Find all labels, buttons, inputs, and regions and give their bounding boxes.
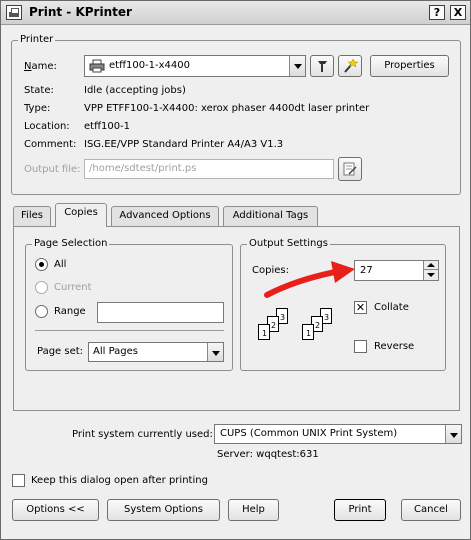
page-icon: 1 <box>258 324 270 340</box>
tab-copies-label: Copies <box>64 207 98 218</box>
file-open-icon <box>342 162 358 180</box>
chevron-down-icon[interactable] <box>289 56 305 76</box>
comment-value: ISG.EE/VPP Standard Printer A4/A3 V1.3 <box>84 139 284 150</box>
current-page-label: Current <box>54 282 92 293</box>
reverse-label: Reverse <box>374 341 415 352</box>
tab-advanced-options[interactable]: Advanced Options <box>111 206 219 226</box>
spin-up-icon[interactable] <box>423 261 438 270</box>
location-value: etff100-1 <box>84 121 131 132</box>
page-selection-divider <box>35 330 224 331</box>
help-button-label: Help <box>242 504 265 515</box>
page-set-combo[interactable]: All Pages <box>88 342 224 362</box>
location-label: Location: <box>24 121 70 132</box>
range-label: Range <box>54 306 86 317</box>
current-page-radio[interactable] <box>35 281 48 294</box>
spin-down-icon[interactable] <box>423 270 438 280</box>
tab-files-label: Files <box>21 210 43 221</box>
all-pages-radio[interactable] <box>35 258 48 271</box>
title-bar[interactable]: Print - KPrinter ? X <box>1 1 470 25</box>
reverse-checkbox[interactable] <box>354 340 367 353</box>
help-button[interactable]: Help <box>228 499 279 521</box>
tab-advanced-options-label: Advanced Options <box>119 210 211 221</box>
close-title-button[interactable]: X <box>450 5 466 20</box>
copies-spinbox[interactable]: 27 <box>354 260 439 281</box>
page-set-value: All Pages <box>93 346 138 357</box>
red-arrow-annotation <box>264 261 355 298</box>
output-file-input[interactable]: /home/sdtest/print.ps <box>84 159 334 179</box>
tab-copies[interactable]: Copies <box>55 203 107 227</box>
wizard-button[interactable] <box>338 55 362 77</box>
print-system-combo[interactable]: CUPS (Common UNIX Print System) <box>214 424 462 444</box>
cancel-button-label: Cancel <box>414 504 448 515</box>
tab-additional-tags-label: Additional Tags <box>232 210 309 221</box>
options-button-label: Options << <box>26 504 85 515</box>
page-set-label: Page set: <box>37 346 84 357</box>
properties-button[interactable]: Properties <box>370 55 449 77</box>
system-options-button[interactable]: System Options <box>107 499 220 521</box>
chevron-down-icon[interactable] <box>207 343 223 361</box>
options-button[interactable]: Options << <box>12 499 99 521</box>
tab-additional-tags[interactable]: Additional Tags <box>223 206 318 226</box>
server-text: Server: wqqtest:631 <box>217 449 319 460</box>
page-icon: 1 <box>302 324 314 340</box>
keep-open-checkbox[interactable] <box>12 474 25 487</box>
copies-value: 27 <box>360 265 373 276</box>
type-label: Type: <box>24 103 51 114</box>
help-title-button[interactable]: ? <box>429 5 445 20</box>
print-dialog-window: Print - KPrinter ? X Printer Name: etff1… <box>0 0 471 540</box>
collate-checkbox[interactable]: ✕ <box>354 301 367 314</box>
collate-illustration: 3 2 1 3 2 1 <box>256 306 341 358</box>
printer-group-title: Printer <box>18 34 56 45</box>
window-title: Print - KPrinter <box>29 5 132 19</box>
printer-icon <box>89 59 105 73</box>
range-input[interactable] <box>97 302 224 323</box>
output-file-value: /home/sdtest/print.ps <box>89 163 197 174</box>
comment-label: Comment: <box>24 139 77 150</box>
tab-files[interactable]: Files <box>13 206 51 226</box>
chevron-down-icon[interactable] <box>445 425 461 443</box>
browse-file-button[interactable] <box>338 157 362 181</box>
cancel-button[interactable]: Cancel <box>401 499 461 521</box>
system-options-button-label: System Options <box>123 504 204 515</box>
print-system-label: Print system currently used: <box>72 429 213 440</box>
all-pages-label: All <box>54 259 67 270</box>
name-label: Name: <box>24 61 57 72</box>
state-value: Idle (accepting jobs) <box>84 85 186 96</box>
state-label: State: <box>24 85 54 96</box>
print-button-label: Print <box>348 504 372 515</box>
keep-open-label: Keep this dialog open after printing <box>31 475 208 486</box>
printer-name-value: etff100-1-x4400 <box>109 60 190 71</box>
printer-app-icon[interactable] <box>6 5 22 20</box>
print-button[interactable]: Print <box>334 499 386 521</box>
collate-label: Collate <box>374 302 409 313</box>
type-value: VPP ETFF100-1-X4400: xerox phaser 4400dt… <box>84 103 370 114</box>
tool-icon <box>314 61 330 77</box>
page-selection-title: Page Selection <box>32 238 110 249</box>
output-file-label: Output file: <box>24 164 81 175</box>
print-system-value: CUPS (Common UNIX Print System) <box>220 428 398 439</box>
properties-button-label: Properties <box>384 60 435 71</box>
range-radio[interactable] <box>35 305 48 318</box>
printer-name-combo[interactable]: etff100-1-x4400 <box>84 55 306 77</box>
output-settings-title: Output Settings <box>247 238 330 249</box>
printer-tool-button[interactable] <box>310 55 334 77</box>
magic-wand-icon <box>342 58 359 77</box>
